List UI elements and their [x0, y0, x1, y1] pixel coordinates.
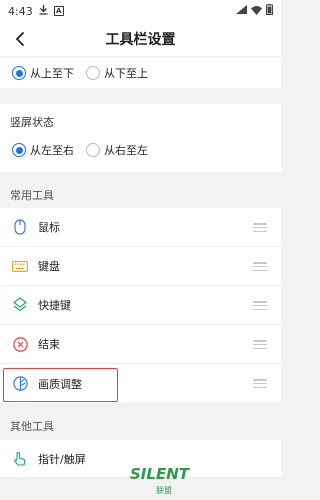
radio-bottom-to-top[interactable]: 从下至上: [86, 65, 148, 81]
tool-item-touch-pointer[interactable]: 指针/触屏: [0, 440, 281, 478]
tool-item-mouse[interactable]: 鼠标: [0, 208, 281, 247]
common-tools-list: 鼠标 键盘 快捷键 结束 画质调整: [0, 208, 281, 403]
mouse-icon: [12, 219, 28, 235]
radio-label: 从右至左: [104, 144, 148, 157]
status-time: 4:43: [8, 4, 33, 18]
radio-circle: [12, 66, 26, 80]
tool-label: 鼠标: [38, 221, 60, 234]
keyboard-icon: [12, 258, 28, 274]
signal-icon: [236, 4, 247, 18]
portrait-direction-options: 从左至右 从右至左: [0, 136, 160, 164]
radio-label: 从左至右: [30, 144, 74, 157]
drag-handle-icon[interactable]: [253, 379, 267, 388]
radio-label: 从下至上: [104, 67, 148, 80]
tool-item-image-quality[interactable]: 画质调整: [0, 364, 281, 403]
page-title: 工具栏设置: [105, 32, 176, 48]
shortcut-icon: [12, 297, 28, 313]
tool-item-end[interactable]: 结束: [0, 325, 281, 364]
tool-label: 快捷键: [38, 299, 71, 312]
watermark-subtext: 联盟: [156, 486, 172, 495]
other-tools-title: 其他工具: [10, 420, 54, 433]
radio-circle: [86, 66, 100, 80]
drag-handle-icon[interactable]: [253, 340, 267, 349]
wifi-icon: [251, 5, 262, 18]
status-bar: 4:43 A: [0, 0, 281, 22]
portrait-direction-card: 竖屏状态 从左至右 从右至左: [0, 104, 281, 172]
radio-circle: [12, 143, 26, 157]
download-icon: [39, 4, 48, 18]
back-arrow-icon[interactable]: [10, 29, 30, 49]
title-bar: 工具栏设置: [0, 22, 281, 56]
portrait-section-title: 竖屏状态: [10, 116, 54, 129]
drag-handle-icon[interactable]: [253, 262, 267, 271]
tool-label: 指针/触屏: [38, 452, 86, 466]
app-badge-icon: A: [53, 6, 64, 16]
close-circle-icon: [12, 336, 28, 352]
tool-label: 画质调整: [38, 377, 82, 391]
image-quality-icon: [12, 376, 28, 392]
landscape-direction-card: 从上至下 从下至上: [0, 58, 281, 88]
tool-label: 键盘: [38, 260, 60, 273]
touch-pointer-icon: [12, 451, 28, 467]
radio-label: 从上至下: [30, 67, 74, 80]
radio-right-to-left[interactable]: 从右至左: [86, 142, 148, 158]
common-tools-title: 常用工具: [10, 189, 54, 202]
radio-top-to-bottom[interactable]: 从上至下: [12, 65, 74, 81]
radio-left-to-right[interactable]: 从左至右: [12, 142, 74, 158]
landscape-direction-options: 从上至下 从下至上: [0, 58, 281, 88]
drag-handle-icon[interactable]: [253, 223, 267, 232]
tool-label: 结束: [38, 338, 60, 351]
tool-item-keyboard[interactable]: 键盘: [0, 247, 281, 286]
battery-icon: [266, 4, 273, 18]
drag-handle-icon[interactable]: [253, 301, 267, 310]
other-tools-list: 指针/触屏: [0, 440, 281, 478]
radio-circle: [86, 143, 100, 157]
tool-item-shortcut[interactable]: 快捷键: [0, 286, 281, 325]
